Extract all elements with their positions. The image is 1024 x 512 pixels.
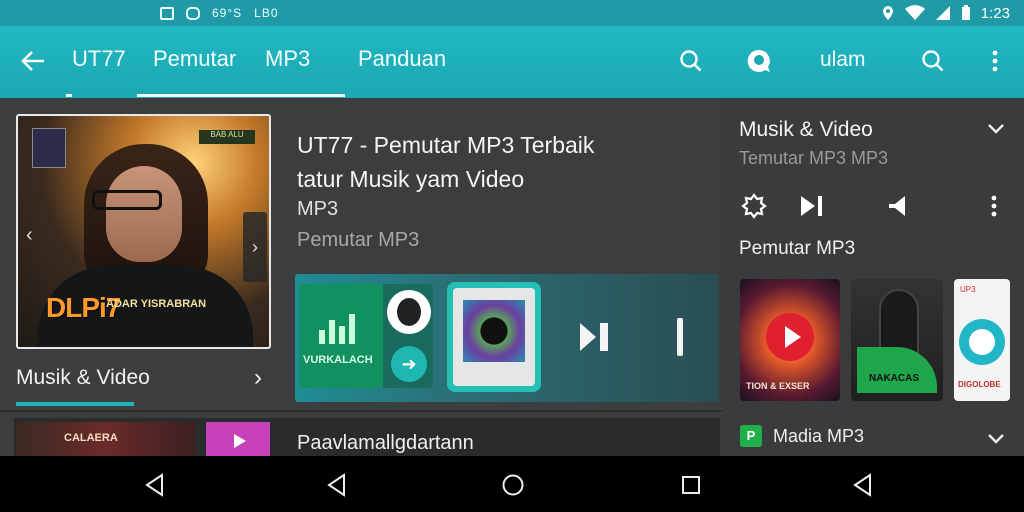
status-time: 1:23 xyxy=(980,4,1010,22)
play-thumbnail-icon[interactable] xyxy=(206,422,270,458)
track-title-line-2: tatur Musik yam Video xyxy=(297,166,525,192)
artist-avatar xyxy=(387,290,431,334)
back-nav-icon-3[interactable] xyxy=(850,472,876,498)
track-info: UT77 - Pemutar MP3 Terbaik tatur Musik y… xyxy=(297,128,594,252)
chat-icon[interactable] xyxy=(746,48,772,74)
mail-icon xyxy=(160,6,174,20)
right-panel-subtitle: Temutar MP3 MP3 xyxy=(739,148,889,168)
cover-glasses xyxy=(92,190,162,210)
app-bar: UT77 Pemutar MP3 Panduan ulam xyxy=(0,26,1024,98)
cover-subtitle: ADAR YISRABRAN xyxy=(106,298,207,310)
tab-indicator-small xyxy=(66,94,72,97)
recents-nav-icon[interactable] xyxy=(678,472,704,498)
right-section-title: Pemutar MP3 xyxy=(739,238,856,259)
status-system: 1:23 xyxy=(881,5,1010,22)
artist-tile[interactable]: ➜ xyxy=(383,284,433,388)
equalizer-icon xyxy=(319,314,359,344)
status-notifications: 69°S LB0 xyxy=(160,6,279,20)
app-icon: P xyxy=(740,425,762,447)
right-panel: Musik & Video Temutar MP3 MP3 Pemutar MP… xyxy=(722,98,1024,456)
right-list-item-title[interactable]: Madia MP3 xyxy=(773,426,864,447)
tab-indicator xyxy=(137,94,345,97)
overflow-menu-icon[interactable] xyxy=(982,48,1008,74)
status-text-2: LB0 xyxy=(254,6,279,20)
right-panel-title: Musik & Video xyxy=(739,118,873,141)
home-nav-icon[interactable] xyxy=(500,472,526,498)
wifi-icon xyxy=(904,5,925,20)
chevron-down-icon[interactable] xyxy=(986,122,1006,136)
list-item-title: Paavlamallgdartann xyxy=(297,432,474,454)
chevron-right-icon[interactable]: › xyxy=(243,212,267,282)
mini-album-art xyxy=(32,128,66,168)
system-nav-bar xyxy=(0,456,1024,512)
tab-mp3[interactable]: MP3 xyxy=(265,46,310,72)
playlist-tile-label: VURKALACH xyxy=(303,354,373,366)
search-icon[interactable] xyxy=(678,48,704,74)
battery-icon xyxy=(961,5,970,20)
volume-bar[interactable] xyxy=(677,318,683,356)
more-options-icon[interactable] xyxy=(980,192,1008,220)
status-bar: 69°S LB0 1:23 xyxy=(0,0,1024,26)
back-nav-icon[interactable] xyxy=(142,472,168,498)
divider xyxy=(0,410,722,412)
chat-bubble-icon xyxy=(959,319,1005,365)
track-title-line-1: UT77 - Pemutar MP3 Terbaik xyxy=(297,132,595,158)
player-strip: VURKALACH ➜ xyxy=(295,274,719,402)
back-arrow-icon[interactable] xyxy=(18,46,48,76)
video-thumbnail-1[interactable]: TION & EXSER xyxy=(740,279,840,401)
tab-panduan[interactable]: Panduan xyxy=(358,46,446,72)
track-format: MP3 xyxy=(297,198,339,220)
back-nav-icon-2[interactable] xyxy=(324,472,350,498)
section-link-label: Musik & Video xyxy=(16,366,150,389)
tab-pemutar[interactable]: Pemutar xyxy=(153,46,236,72)
tab-ut77[interactable]: UT77 xyxy=(72,46,126,72)
track-app: Pemutar MP3 xyxy=(297,229,420,251)
section-underline xyxy=(16,402,134,406)
art-image xyxy=(453,288,535,386)
video-thumbnail-3[interactable]: UP3 DIGOLOBE xyxy=(954,279,1010,401)
search-icon-2[interactable] xyxy=(920,48,946,74)
video-thumbnail-3-label: DIGOLOBE xyxy=(958,380,1001,389)
play-icon[interactable] xyxy=(766,313,814,361)
section-link-musik-video[interactable]: Musik & Video › xyxy=(16,364,266,391)
share-arrow-icon[interactable]: ➜ xyxy=(391,346,427,382)
main-panel: BAB ALU DLPi7 ADAR YISRABRAN ‹ › Musik &… xyxy=(0,98,722,458)
cover-tag: BAB ALU xyxy=(199,130,255,144)
video-thumbnail-1-label: TION & EXSER xyxy=(746,381,810,391)
volume-icon[interactable] xyxy=(886,192,914,220)
video-thumbnail-3-top: UP3 xyxy=(960,285,976,294)
list-item-thumbnail: CALAERA xyxy=(16,422,196,458)
chevron-left-icon[interactable]: ‹ xyxy=(26,224,33,247)
video-thumbnail-2[interactable]: NAKACAS xyxy=(851,279,943,401)
video-thumbnail-2-label: NAKACAS xyxy=(857,347,937,393)
skip-icon[interactable] xyxy=(798,192,826,220)
chevron-right-icon: › xyxy=(254,364,262,391)
play-pause-icon[interactable] xyxy=(577,320,611,354)
list-item[interactable]: CALAERA Paavlamallgdartann xyxy=(14,418,720,458)
now-playing-art[interactable] xyxy=(447,282,541,392)
notification-icon xyxy=(186,6,200,20)
cover-face xyxy=(106,166,182,262)
signal-icon xyxy=(935,6,950,20)
location-icon xyxy=(882,6,893,20)
settings-icon[interactable] xyxy=(740,192,768,220)
appbar-text[interactable]: ulam xyxy=(820,48,866,72)
chevron-down-icon[interactable] xyxy=(986,432,1006,446)
status-text-1: 69°S xyxy=(212,6,243,20)
playlist-tile[interactable]: VURKALACH xyxy=(299,284,383,388)
album-cover[interactable]: BAB ALU DLPi7 ADAR YISRABRAN ‹ › xyxy=(16,114,271,349)
